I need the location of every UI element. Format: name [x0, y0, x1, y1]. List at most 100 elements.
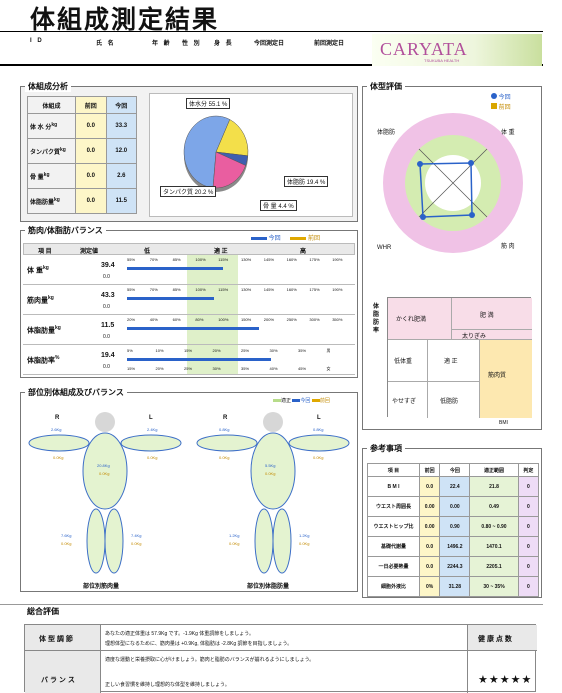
balance-legend: 今回 前回 [251, 233, 320, 242]
body-comp-panel: 体組成分析 体組成 前回 今回 体 水 分kg 0.0 33.3 タンパク質kg… [20, 81, 358, 222]
segment-panel: 部位別体組成及びバランス 適正 今回 前回 R L 2.6Kg 0.0Kg 2.… [20, 387, 358, 592]
cell-hidden-obese: かくれ肥満 [388, 298, 452, 340]
cell-overweight: 太りぎみ [452, 330, 532, 340]
scale-tick: 5% [127, 348, 133, 353]
axis-weight: 体 重 [501, 130, 515, 136]
head-shape [263, 412, 283, 432]
radar-chart [383, 113, 523, 253]
pie-label-water: 体水分 55.1 % [186, 98, 231, 109]
radar-point [469, 212, 475, 218]
bh-value: 測定値 [80, 249, 99, 255]
scale-tick: 130% [241, 257, 252, 262]
comp-row-prev: 0.0 [75, 113, 107, 139]
scale-tick: 190% [332, 257, 343, 262]
comp-row-prev: 0.0 [75, 188, 107, 214]
overall-result-label: 健 康 点 数 [478, 636, 512, 643]
bh-item: 項 目 [38, 249, 52, 255]
header-name: 氏 名 [96, 41, 116, 47]
leg-l [272, 508, 292, 574]
header-curr-date: 今回測定日 [254, 41, 285, 47]
rf-caption: 部位別体脂肪量 [247, 584, 290, 590]
lf-trunk: 20.8Kg [97, 463, 110, 468]
scale-tick: 145% [263, 257, 275, 262]
scale-tick: 25% [241, 348, 250, 353]
lf-arm-r-prev: 0.0Kg [53, 455, 64, 460]
right-figure [196, 412, 350, 574]
scale-tick: 15% [127, 366, 136, 371]
legend-prev-swatch [290, 236, 307, 240]
balance-row-label: 体脂肪率% [27, 355, 60, 365]
lf-arm-l-prev: 0.0Kg [147, 455, 158, 460]
balance-bar [127, 267, 223, 270]
balance-row-unit: % [55, 355, 60, 361]
logo: CARYATA TSUKUBA HEALTH [372, 34, 542, 66]
header-prev-date: 前回測定日 [314, 41, 345, 47]
comp-row-label: 体脂肪量 [30, 199, 55, 206]
logo-sub: TSUKUBA HEALTH [424, 58, 460, 63]
reference-panel: 参考事項 項 目 前回 今回 適正範囲 判定 B M I 0.0 22.4 21… [362, 443, 542, 598]
balance-row-label: 体脂肪量kg [27, 325, 61, 335]
rf-leg-l-prev: 0.0Kg [299, 541, 310, 546]
overall-stars: ★★★★★ [478, 674, 533, 686]
reference-table: 項 目 前回 今回 適正範囲 判定 B M I 0.0 22.4 21.8 0 … [367, 463, 540, 597]
scale-tick: 85% [172, 287, 181, 292]
lf-leg-r: 7.6Kg [61, 533, 72, 538]
scale-tick: 35% [241, 366, 250, 371]
cell-underweight: 低体重 [388, 340, 428, 382]
overall-r2-text-cell: 適度な運動と栄養摂取に心がけましょう。筋肉と脂肪のバランスが崩れるようにしましょ… [101, 651, 467, 693]
header-bar: I D 氏 名 年 齢 性 別 身 長 今回測定日 前回測定日 CARYATA … [0, 31, 543, 66]
th-comp: 体組成 [27, 96, 76, 114]
reference-title: 参考事項 [367, 443, 405, 454]
leg-l [104, 508, 124, 574]
header-height: 身 長 [214, 41, 234, 47]
overall-r1-label-cell: 体 型 調 節 [25, 625, 101, 651]
scale-tick: 15% [184, 348, 193, 353]
rf-L: L [317, 415, 321, 421]
comp-row-curr: 2.6 [105, 163, 137, 189]
scale-tick: 150% [241, 317, 252, 322]
th-prev: 前回 [75, 96, 107, 114]
overall-r2-label-cell: バ ラ ン ス [25, 651, 101, 693]
arm-r [196, 434, 258, 452]
table-row: ウエストヒップ比 0.00 0.90 0.80 ~ 0.90 0 [367, 516, 540, 537]
axis-muscle: 筋 肉 [501, 244, 515, 250]
scale-tick: 160% [286, 257, 297, 262]
header-age: 年 齢 [152, 41, 172, 47]
scale-tick: 70% [149, 287, 158, 292]
rf-arm-r-prev: 0.0Kg [219, 455, 230, 460]
overall-r2-text1: 適度な運動と栄養摂取に心がけましょう。筋肉と脂肪のバランスが崩れるようにしましょ… [105, 657, 315, 663]
balance-panel: 筋肉/体脂肪バランス 今回 前回 項 目 測定値 低 適 正 高 体 重kg 39… [20, 225, 358, 378]
pie-label-protein: タンパク質 20.2 % [160, 186, 217, 197]
balance-row-unit: kg [48, 295, 54, 301]
overall-r1-text2: 理想体型になるために、筋肉量は +0.9Kg, 体脂肪は -2.8Kg 調節を目… [105, 641, 293, 647]
scale-tick: 115% [218, 257, 229, 262]
legend-curr-swatch [251, 236, 267, 240]
scale-tick: 20% [212, 348, 221, 353]
body-comp-title: 体組成分析 [25, 81, 71, 92]
legend-prev: 前回 [308, 236, 321, 242]
scale-tick: 35% [298, 348, 307, 353]
overall-r2-text2: 正しい食習慣を維持し理想的な体型を維持しましょう。 [105, 682, 230, 688]
rf-leg-l: 1.2Kg [299, 533, 310, 538]
pie-label-fat: 体脂肪 19.4 % [284, 176, 329, 187]
scale-tick: 250% [286, 317, 297, 322]
balance-row-curr: 39.4 [101, 262, 115, 269]
scale-tick: 60% [172, 317, 181, 322]
balance-row-label: 筋肉量kg [27, 295, 54, 305]
leg-r [86, 508, 106, 574]
scale-tick: 30% [269, 348, 278, 353]
comp-row-label: タンパク質 [30, 149, 61, 156]
pie-area: 体水分 55.1 % タンパク質 20.2 % 骨 量 4.4 % 体脂肪 19… [149, 93, 353, 217]
header-sex: 性 別 [182, 41, 202, 47]
axis-fat: 体脂肪 [377, 130, 396, 136]
balance-row-unit: kg [55, 325, 61, 331]
rf-arm-r: 0.8Kg [219, 427, 230, 432]
overall-r1-text-cell: あなたの適正体重は 57.9Kg です。-1.9Kg 体重調節をしましょう。 理… [101, 625, 467, 651]
scale-tick: 女 [326, 366, 331, 371]
balance-header: 項 目 測定値 低 適 正 高 [23, 243, 355, 255]
overall-title: 総合評価 [24, 606, 62, 617]
lf-leg-l: 7.4Kg [131, 533, 142, 538]
balance-row-prev: 0.0 [103, 304, 110, 310]
scale-tick: 100% [195, 257, 206, 262]
table-row: 細胞外液比 0% 31.28 30 ~ 35% 0 [367, 576, 540, 597]
